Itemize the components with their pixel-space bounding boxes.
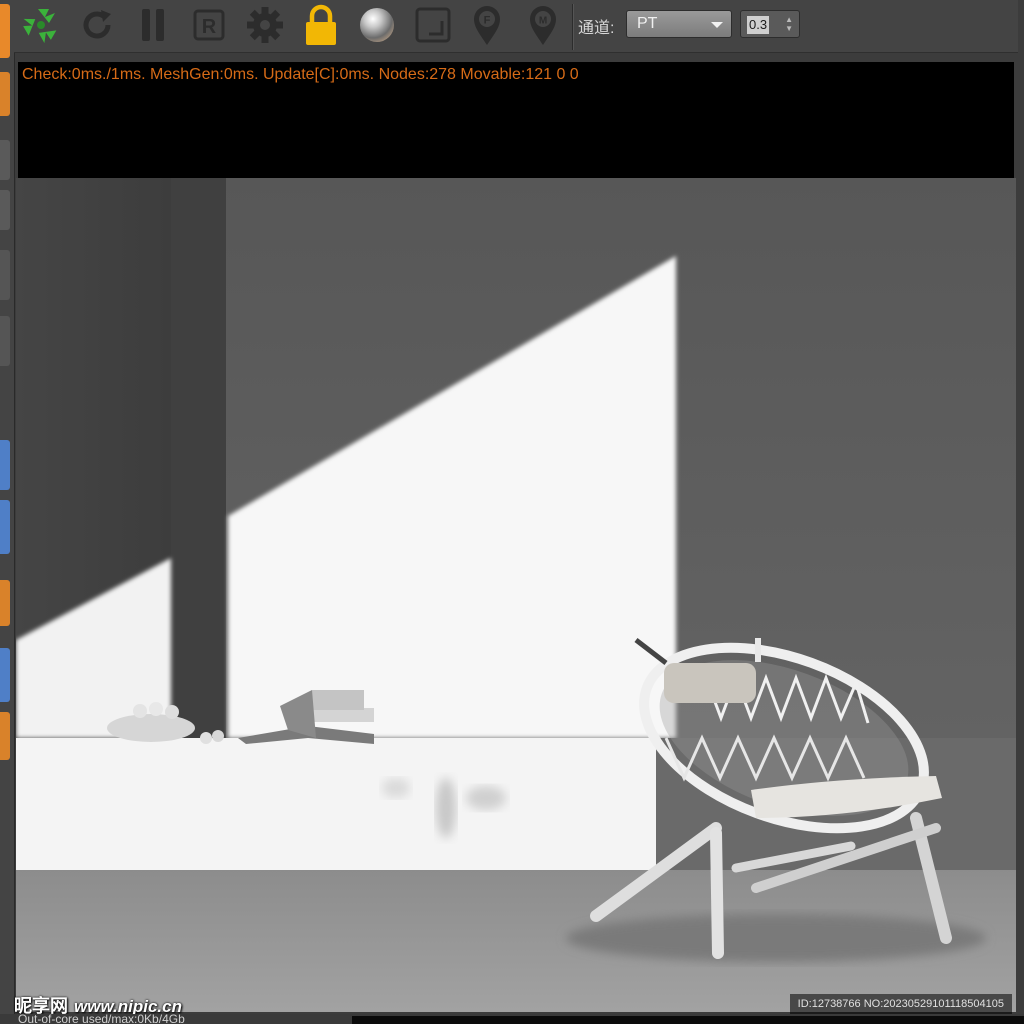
settings-button[interactable]: [242, 2, 288, 48]
pin-f-icon: F: [474, 6, 500, 45]
pin-m-icon: M: [530, 6, 556, 45]
left-tool-orange-4[interactable]: [0, 712, 10, 760]
value-spinner[interactable]: 0.3 ▲ ▼: [740, 10, 800, 38]
start-render-button[interactable]: [18, 2, 64, 48]
left-tool-orange-2[interactable]: [0, 72, 10, 116]
glass-sphere-icon: [360, 8, 394, 42]
left-tool-blue-1[interactable]: [0, 440, 10, 490]
left-tool-gray-2[interactable]: [0, 190, 10, 230]
render-stats-panel: Check:0ms./1ms. MeshGen:0ms. Update[C]:0…: [18, 62, 1014, 178]
refresh-button[interactable]: [74, 2, 120, 48]
lock-button[interactable]: [298, 2, 344, 48]
channel-dropdown[interactable]: PT: [626, 10, 732, 38]
left-tool-orange-3[interactable]: [0, 580, 10, 626]
channel-dropdown-value: PT: [637, 15, 658, 32]
render-viewport[interactable]: [16, 178, 1016, 1012]
svg-text:M: M: [539, 16, 547, 27]
value-spinner-text[interactable]: 0.3: [747, 16, 770, 34]
svg-text:R: R: [202, 16, 217, 38]
lock-icon: [306, 4, 336, 45]
region-render-button[interactable]: [410, 2, 456, 48]
toolbar-separator: [572, 4, 573, 50]
watermark-logo-text: 昵享网: [14, 996, 68, 1016]
bottom-status-bar: Out-of-core used/max:0Kb/4Gb: [0, 1014, 1024, 1024]
left-tool-gray-1[interactable]: [0, 140, 10, 180]
left-tool-blue-3[interactable]: [0, 648, 10, 702]
left-tool-strip: [0, 0, 15, 1024]
spinner-arrows-icon[interactable]: ▲ ▼: [785, 15, 793, 33]
reset-button[interactable]: R: [186, 2, 232, 48]
r-box-icon: R: [193, 9, 225, 41]
channel-label: 通道:: [578, 20, 615, 37]
render-toolbar: R F M 通道: PT 0.3 ▲ ▼: [14, 0, 1018, 53]
green-recycle-star-icon: [23, 9, 57, 44]
gear-icon: [247, 7, 283, 43]
region-box-icon: [415, 7, 451, 43]
left-tool-blue-2[interactable]: [0, 500, 10, 554]
chevron-down-icon: [711, 22, 723, 28]
focus-pick-button[interactable]: F: [464, 2, 510, 48]
pause-button[interactable]: [130, 2, 176, 48]
memory-status-text: Out-of-core used/max:0Kb/4Gb: [18, 1014, 185, 1024]
left-tool-gray-4[interactable]: [0, 316, 10, 366]
render-stats-line: Check:0ms./1ms. MeshGen:0ms. Update[C]:0…: [22, 66, 579, 83]
pause-icon: [142, 9, 164, 41]
refresh-icon: [83, 10, 111, 39]
svg-text:F: F: [484, 15, 491, 27]
left-tool-orange-1[interactable]: [0, 4, 10, 58]
material-pick-button[interactable]: M: [520, 2, 566, 48]
left-tool-gray-3[interactable]: [0, 250, 10, 300]
material-button[interactable]: [354, 2, 400, 48]
watermark-id-badge: ID:12738766 NO:20230529101118504105: [789, 994, 1012, 1014]
rendered-scene-image: [16, 178, 1016, 1012]
status-bar-track: [352, 1016, 1024, 1024]
